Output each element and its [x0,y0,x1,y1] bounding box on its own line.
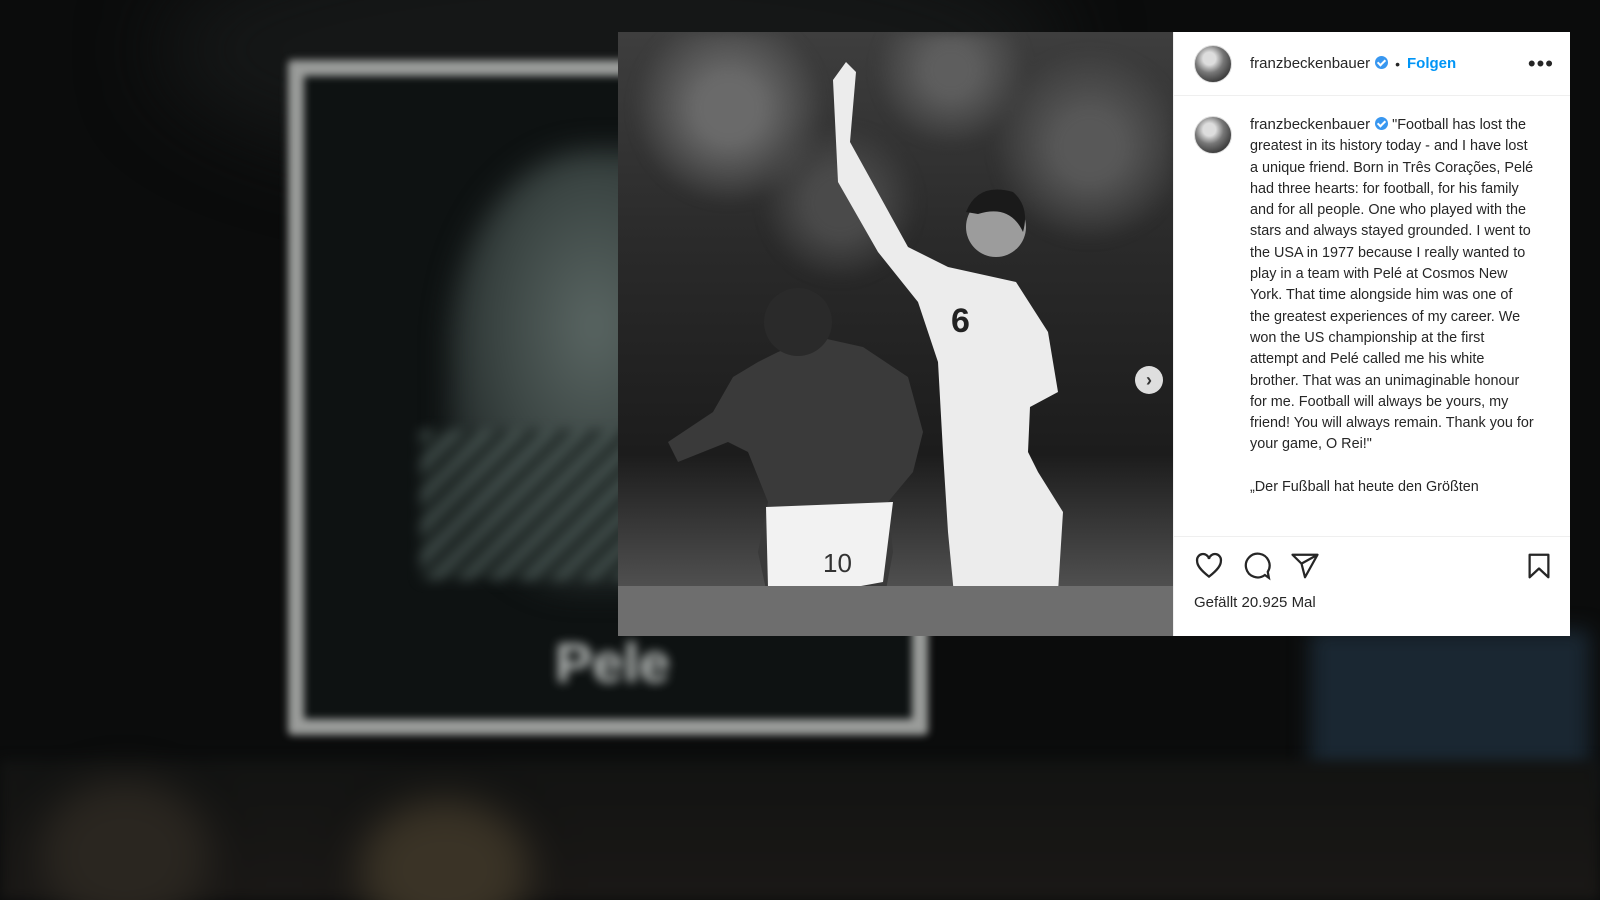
more-options-icon[interactable]: ••• [1528,51,1554,77]
caption-text: "Football has lost the greatest in its h… [1250,117,1538,453]
player-shorts [766,502,893,592]
player-head [764,288,832,356]
header-username[interactable]: franzbeckenbauer [1250,55,1389,72]
verified-badge-icon [1375,117,1389,130]
heart-icon[interactable] [1194,551,1224,581]
comment-icon[interactable] [1242,551,1272,581]
bookmark-icon[interactable] [1524,551,1554,581]
background-screen-text: Pele [555,631,671,694]
follow-button[interactable]: Folgen [1407,55,1456,72]
instagram-post: 6 10 › franzbeckenbauer • Folgen ••• fra… [618,32,1570,636]
next-slide-button[interactable]: › [1135,366,1163,394]
verified-badge-icon [1375,56,1389,69]
post-photo: 6 10 › [618,32,1173,636]
caption-username[interactable]: franzbeckenbauer [1250,116,1389,133]
post-sidebar: franzbeckenbauer • Folgen ••• franzbecke… [1173,32,1570,636]
shirt-number-6: 6 [951,302,970,340]
photo-players-illustration: 6 10 [668,62,1063,636]
paper-plane-icon[interactable] [1290,551,1320,581]
photo-field [618,586,1173,636]
avatar[interactable] [1194,116,1232,154]
background-audience [0,760,1600,900]
audience-head [360,800,530,900]
likes-count[interactable]: Gefällt 20.925 Mal [1174,594,1570,636]
caption-german-start: „Der Fußball hat heute den Größten [1250,478,1479,495]
audience-head [40,780,210,900]
post-header: franzbeckenbauer • Folgen ••• [1174,32,1570,96]
action-bar [1174,536,1570,594]
chevron-right-icon: › [1146,370,1152,390]
caption-section: franzbeckenbauer "Football has lost the … [1174,96,1570,536]
caption: franzbeckenbauer "Football has lost the … [1250,114,1534,536]
separator-dot: • [1395,55,1400,72]
shorts-number-10: 10 [823,548,852,578]
avatar[interactable] [1194,44,1232,83]
